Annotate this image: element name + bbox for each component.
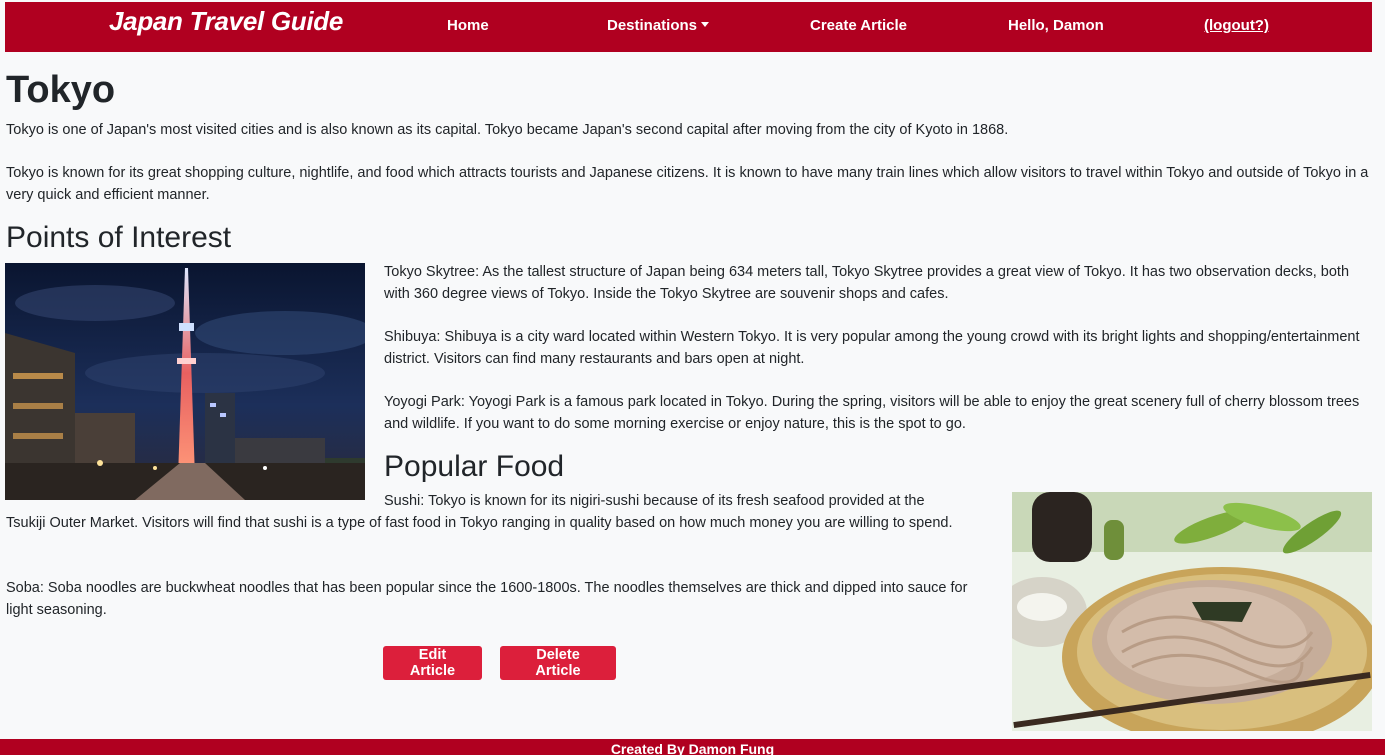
nav-destinations-dropdown[interactable]: Destinations: [607, 17, 710, 34]
tokyo-skytree-image: [5, 263, 365, 500]
nav-home[interactable]: Home: [447, 17, 489, 34]
footer: Created By Damon Fung: [0, 739, 1385, 755]
footer-credit: Created By Damon Fung: [610, 741, 775, 755]
page-title: Tokyo: [6, 69, 116, 111]
delete-article-button[interactable]: Delete Article: [500, 646, 616, 680]
logout-link[interactable]: (logout?): [1204, 17, 1269, 34]
caret-down-icon: [701, 22, 710, 27]
sushi-paragraph: Tsukiji Outer Market. Visitors will find…: [6, 515, 953, 531]
soba-paragraph: Soba: Soba noodles are buckwheat noodles…: [6, 580, 968, 618]
sushi-paragraph-first-line: Sushi: Tokyo is known for its nigiri-sus…: [384, 493, 925, 509]
food-heading: Popular Food: [384, 450, 565, 483]
edit-article-button[interactable]: Edit Article: [383, 646, 482, 680]
navbar: Japan Travel Guide Home Destinations Cre…: [5, 2, 1372, 52]
soba-illustration: [1012, 492, 1372, 731]
skytree-night-illustration: [5, 263, 365, 500]
poi-heading: Points of Interest: [6, 221, 232, 254]
brand-link[interactable]: Japan Travel Guide: [109, 6, 343, 37]
poi-shibuya: Shibuya: Shibuya is a city ward located …: [384, 329, 1360, 367]
intro-paragraph-2: Tokyo is known for its great shopping cu…: [6, 165, 1369, 203]
poi-yoyogi: Yoyogi Park: Yoyogi Park is a famous par…: [384, 394, 1360, 432]
nav-create-article[interactable]: Create Article: [810, 17, 907, 34]
poi-skytree: Tokyo Skytree: As the tallest structure …: [384, 264, 1350, 302]
user-greeting: Hello, Damon: [1008, 17, 1104, 34]
nav-destinations-label: Destinations: [607, 17, 698, 34]
soba-noodles-image: [1012, 492, 1372, 731]
intro-paragraph-1: Tokyo is one of Japan's most visited cit…: [6, 122, 1009, 138]
